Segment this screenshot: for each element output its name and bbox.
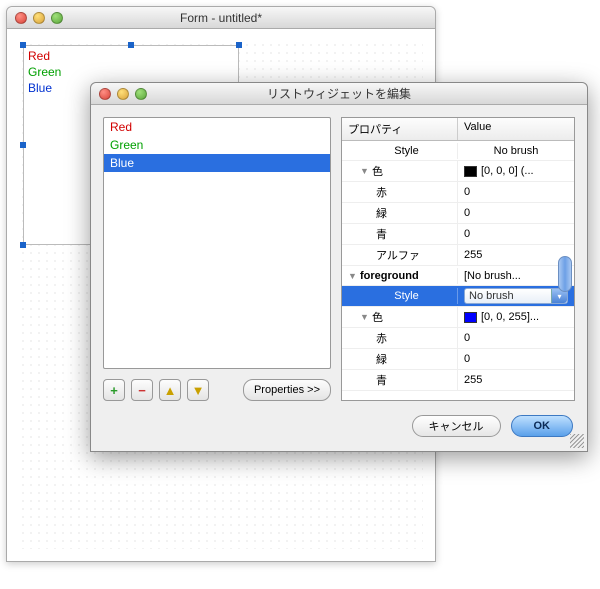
property-key: Style xyxy=(394,290,418,302)
property-row[interactable]: ▼色 [0, 0, 255]... xyxy=(342,307,574,328)
property-row[interactable]: Style No brush▾ xyxy=(342,286,574,307)
property-key: 青 xyxy=(376,226,387,242)
header-property[interactable]: プロパティ xyxy=(342,118,458,140)
remove-button[interactable]: − xyxy=(131,379,153,401)
property-key: 赤 xyxy=(376,184,387,200)
property-value: [No brush... xyxy=(464,270,521,282)
disclosure-icon[interactable]: ▼ xyxy=(360,312,370,322)
property-value: 0 xyxy=(464,186,470,198)
property-value: 0 xyxy=(464,353,470,365)
list-item[interactable]: Green xyxy=(28,64,234,80)
property-key: 青 xyxy=(376,372,387,388)
property-row[interactable]: ▼foreground [No brush... xyxy=(342,266,574,286)
minimize-icon[interactable] xyxy=(33,12,45,24)
property-value: 255 xyxy=(464,249,482,261)
form-titlebar: Form - untitled* xyxy=(7,7,435,29)
scrollbar-thumb[interactable] xyxy=(558,256,572,292)
dialog-body: Red Green Blue + − ▲ ▼ Properties >> プロパ… xyxy=(103,117,575,401)
close-icon[interactable] xyxy=(99,88,111,100)
list-item[interactable]: Blue xyxy=(104,154,330,172)
properties-button[interactable]: Properties >> xyxy=(243,379,331,401)
property-row[interactable]: 青0 xyxy=(342,224,574,245)
dialog-title: リストウィジェットを編集 xyxy=(91,85,587,102)
list-item[interactable]: Red xyxy=(104,118,330,136)
color-swatch xyxy=(464,312,477,323)
property-key: Style xyxy=(394,145,418,157)
combo-value: No brush xyxy=(469,290,514,302)
disclosure-icon[interactable]: ▼ xyxy=(348,271,358,281)
items-list[interactable]: Red Green Blue xyxy=(103,117,331,369)
property-key: 緑 xyxy=(376,351,387,367)
property-key: foreground xyxy=(360,270,419,282)
minimize-icon[interactable] xyxy=(117,88,129,100)
zoom-icon[interactable] xyxy=(135,88,147,100)
move-up-button[interactable]: ▲ xyxy=(159,379,181,401)
property-row[interactable]: Style No brush xyxy=(342,141,574,161)
property-value: No brush xyxy=(494,145,539,157)
property-value: [0, 0, 255]... xyxy=(481,311,539,323)
header-value[interactable]: Value xyxy=(458,118,574,140)
properties-header: プロパティ Value xyxy=(342,118,574,141)
color-swatch xyxy=(464,166,477,177)
properties-rows: StyleNo brush▼色[0, 0, 0] (...赤0緑0青0アルファ2… xyxy=(342,141,574,400)
property-value: 0 xyxy=(464,228,470,240)
edit-list-dialog: リストウィジェットを編集 Red Green Blue + − ▲ ▼ Prop… xyxy=(90,82,588,452)
items-toolbar: + − ▲ ▼ Properties >> xyxy=(103,379,331,401)
dialog-buttons: キャンセル OK xyxy=(412,415,574,437)
window-controls xyxy=(99,88,147,100)
property-row[interactable]: 青 255 xyxy=(342,370,574,391)
zoom-icon[interactable] xyxy=(51,12,63,24)
resize-grip-icon[interactable] xyxy=(570,434,584,448)
add-button[interactable]: + xyxy=(103,379,125,401)
window-controls xyxy=(15,12,63,24)
properties-panel: プロパティ Value StyleNo brush▼色[0, 0, 0] (..… xyxy=(341,117,575,401)
property-value: 0 xyxy=(464,332,470,344)
property-key: 赤 xyxy=(376,330,387,346)
property-row[interactable]: 赤0 xyxy=(342,182,574,203)
close-icon[interactable] xyxy=(15,12,27,24)
dialog-titlebar: リストウィジェットを編集 xyxy=(91,83,587,105)
property-value: 0 xyxy=(464,207,470,219)
property-row[interactable]: ▼色 [0, 0, 0] (... xyxy=(342,161,574,182)
list-item[interactable]: Red xyxy=(28,48,234,64)
items-column: Red Green Blue + − ▲ ▼ Properties >> xyxy=(103,117,331,401)
disclosure-icon[interactable]: ▼ xyxy=(360,166,370,176)
cancel-button[interactable]: キャンセル xyxy=(412,415,501,437)
property-row[interactable]: アルファ 255 xyxy=(342,245,574,266)
property-row[interactable]: 緑0 xyxy=(342,203,574,224)
property-row[interactable]: 赤0 xyxy=(342,328,574,349)
property-key: アルファ xyxy=(376,247,420,263)
form-title: Form - untitled* xyxy=(7,11,435,25)
style-combo[interactable]: No brush▾ xyxy=(464,288,568,304)
property-key: 色 xyxy=(372,163,383,179)
ok-button[interactable]: OK xyxy=(511,415,574,437)
move-down-button[interactable]: ▼ xyxy=(187,379,209,401)
property-row[interactable]: 緑0 xyxy=(342,349,574,370)
property-value: 255 xyxy=(464,374,482,386)
property-value: [0, 0, 0] (... xyxy=(481,165,534,177)
list-item[interactable]: Green xyxy=(104,136,330,154)
property-key: 緑 xyxy=(376,205,387,221)
property-key: 色 xyxy=(372,309,383,325)
